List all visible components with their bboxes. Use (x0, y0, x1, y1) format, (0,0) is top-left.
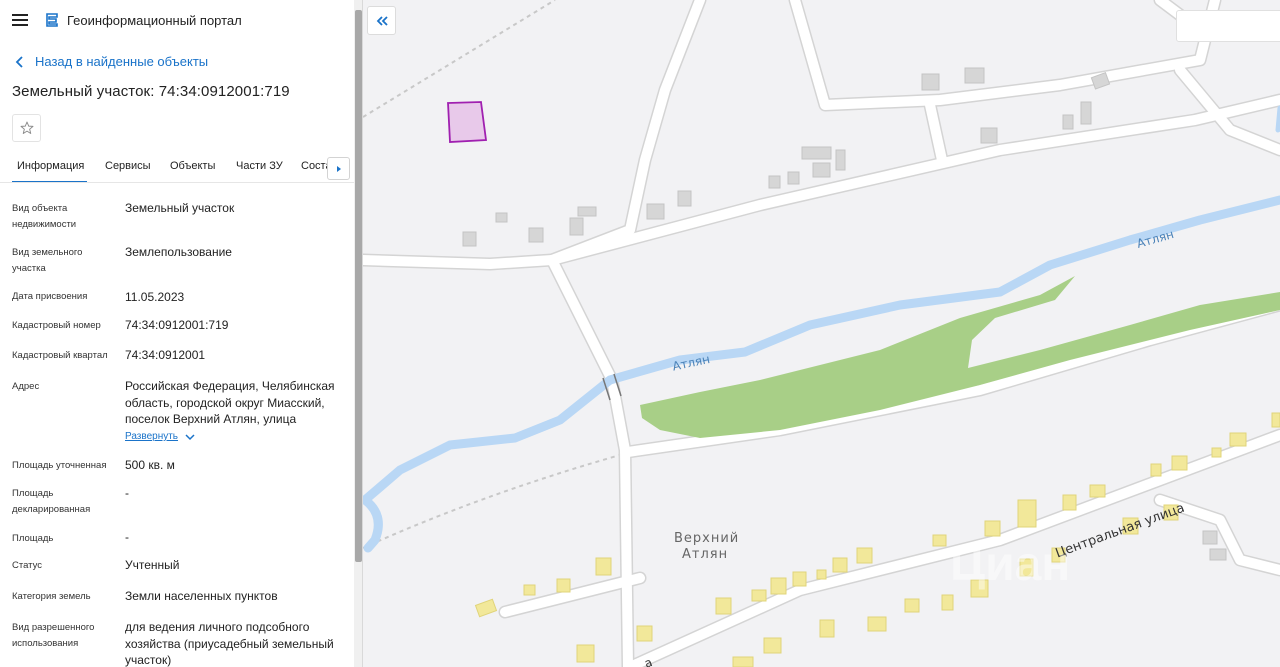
side-panel: Геоинформационный портал Назад в найденн… (0, 0, 363, 667)
watermark-text: Циан (950, 538, 1070, 591)
tabs-scroll-right-button[interactable] (327, 157, 350, 180)
detail-label: Вид земельного участка (12, 247, 83, 274)
top-bar: Геоинформационный портал (0, 0, 354, 40)
chevron-left-icon (15, 55, 23, 68)
map-view[interactable]: Атлян Атлян Верхний Атлян Центральная ул… (363, 0, 1280, 667)
detail-label: Вид объекта недвижимости (12, 203, 77, 230)
detail-label: Кадастровый квартал (12, 350, 108, 361)
detail-label: Кадастровый номер (12, 320, 101, 331)
detail-value: - (125, 530, 129, 544)
panel-scrollbar[interactable] (354, 0, 362, 667)
detail-value: Земельный участок (125, 201, 235, 215)
detail-label: Площадь декларированная (12, 488, 91, 515)
settlement-label-line2: Атлян (682, 547, 728, 562)
detail-value: Землепользование (125, 245, 232, 259)
detail-label: Категория земель (12, 591, 91, 602)
detail-value: 74:34:0912001 (125, 348, 206, 362)
detail-value: Учтенный (125, 558, 180, 572)
tab-bar: Информация Сервисы Объекты Части ЗУ Сост… (0, 156, 354, 183)
back-link-label: Назад в найденные объекты (35, 54, 209, 69)
detail-label: Дата присвоения (12, 291, 88, 302)
tab-services[interactable]: Сервисы (105, 160, 151, 172)
expand-label: Развернуть (125, 431, 179, 442)
river-label: Атлян (671, 352, 711, 374)
back-to-results-link[interactable]: Назад в найденные объекты (14, 54, 208, 69)
map-search-box[interactable] (1176, 10, 1280, 42)
detail-label: Площадь (12, 533, 54, 544)
detail-label: Вид разрешенного использования (12, 622, 95, 649)
tab-information[interactable]: Информация (17, 160, 84, 172)
detail-value: Земли населенных пунктов (125, 589, 278, 603)
tab-parts[interactable]: Части ЗУ (236, 160, 283, 172)
map-canvas[interactable]: Атлян Атлян Верхний Атлян Центральная ул… (363, 0, 1280, 667)
detail-value: 500 кв. м (125, 458, 175, 472)
detail-label: Адрес (12, 381, 40, 392)
detail-value: 11.05.2023 (125, 290, 185, 304)
hamburger-menu-icon[interactable] (12, 14, 28, 26)
app-title: Геоинформационный портал (67, 13, 242, 28)
detail-value: - (125, 486, 129, 500)
active-tab-indicator (12, 181, 87, 182)
expand-address-link[interactable]: Развернуть (125, 431, 196, 442)
chevron-down-icon (185, 433, 195, 440)
star-icon (20, 121, 33, 134)
detail-label: Площадь уточненная (12, 460, 107, 471)
collapse-panel-button[interactable] (367, 6, 396, 35)
double-chevron-left-icon (376, 15, 388, 26)
settlement-label-line1: Верхний (674, 531, 739, 546)
address-value: Российская Федерация, Челябинская област… (125, 379, 335, 426)
land-parcel-polygon[interactable] (447, 101, 488, 143)
tab-objects[interactable]: Объекты (170, 160, 215, 172)
favorite-button[interactable] (12, 114, 41, 142)
detail-value: 74:34:0912001:719 (125, 318, 229, 332)
detail-value: для ведения личного подсобного хозяйства… (125, 620, 334, 667)
scrollbar-thumb[interactable] (355, 10, 362, 562)
page-title: Земельный участок: 74:34:0912001:719 (12, 83, 290, 100)
detail-label: Статус (12, 560, 43, 571)
portal-logo-icon (46, 13, 58, 27)
caret-right-icon (336, 165, 341, 172)
